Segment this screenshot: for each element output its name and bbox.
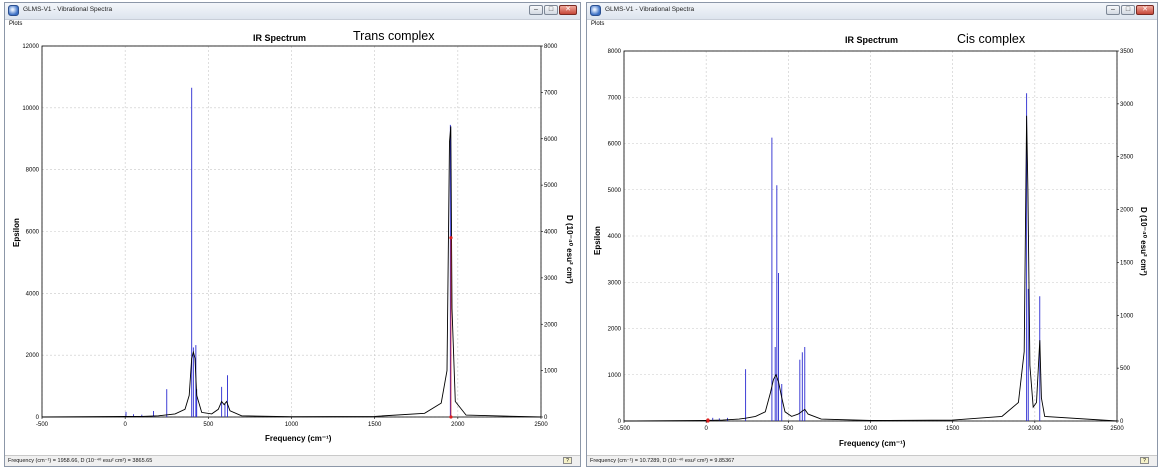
title-bar[interactable]: GLMS-V1 - Vibrational Spectra – □ ✕	[587, 3, 1157, 20]
status-bar: Frequency (cm⁻¹) = 10.7289, D (10⁻⁴⁰ esu…	[587, 455, 1157, 466]
y-axis-label: Epsilon	[593, 226, 602, 255]
y2-tick-label: 1000	[544, 369, 558, 375]
x-tick-label: 500	[203, 422, 214, 428]
close-button[interactable]: ✕	[559, 5, 577, 15]
x-tick-label: 1500	[368, 422, 382, 428]
x-tick-label: 500	[783, 426, 794, 432]
plot-area[interactable]: -500 0 500 1000 1500 2000 2500 0 1000 2000 3000 400…	[587, 29, 1157, 456]
plot-area[interactable]: -500 0 500 1000 1500 2000 2500 0 2000 4000 6000 800…	[5, 29, 580, 456]
menu-bar: Plots	[587, 20, 1157, 29]
status-bar: Frequency (cm⁻¹) = 1958.66, D (10⁻⁴⁰ esu…	[5, 455, 580, 466]
menu-plots[interactable]: Plots	[591, 21, 604, 27]
y-tick-label: 6000	[608, 142, 622, 148]
y-tick-label: 1000	[608, 373, 622, 379]
y2-tick-label: 2500	[1120, 155, 1134, 161]
menu-bar: Plots	[5, 20, 580, 29]
minimize-button[interactable]: –	[1106, 5, 1120, 15]
y-tick-label: 5000	[608, 188, 622, 194]
ir-spectrum-chart[interactable]: -500 0 500 1000 1500 2000 25000100020003000400…	[587, 29, 1157, 456]
minimize-button[interactable]: –	[529, 5, 543, 15]
selected-peak-point	[449, 236, 453, 240]
status-readout: Frequency (cm⁻¹) = 1958.66, D (10⁻⁴⁰ esu…	[8, 458, 153, 464]
y2-tick-label: 0	[1120, 419, 1124, 425]
spectra-window-cis: GLMS-V1 - Vibrational Spectra – □ ✕ Plot…	[586, 2, 1158, 467]
y-axis-label: Epsilon	[12, 218, 21, 247]
help-button[interactable]: ?	[563, 457, 572, 464]
x-tick-label: 2500	[1110, 426, 1124, 432]
x-tick-label: -500	[618, 426, 631, 432]
y2-tick-label: 0	[544, 415, 548, 421]
y2-axis-label: D (10⁻⁴⁰ esu² cm²)	[1139, 207, 1148, 276]
maximize-button[interactable]: □	[1121, 5, 1135, 15]
window-title: GLMS-V1 - Vibrational Spectra	[605, 6, 695, 13]
y-tick-label: 4000	[608, 234, 622, 240]
y-tick-label: 12000	[22, 44, 39, 50]
y2-tick-label: 500	[1120, 366, 1131, 372]
window-title: GLMS-V1 - Vibrational Spectra	[23, 6, 113, 13]
y2-axis-label: D (10⁻⁴⁰ esu² cm²)	[565, 215, 574, 284]
y-tick-label: 8000	[608, 49, 622, 55]
status-readout: Frequency (cm⁻¹) = 10.7289, D (10⁻⁴⁰ esu…	[590, 458, 735, 464]
x-tick-label: 1000	[285, 422, 299, 428]
y2-tick-label: 5000	[544, 183, 558, 189]
y-tick-label: 8000	[26, 168, 40, 174]
y2-tick-label: 4000	[544, 230, 558, 236]
y2-tick-label: 2000	[544, 322, 558, 328]
y-tick-label: 2000	[26, 353, 40, 359]
y-tick-label: 6000	[26, 230, 40, 236]
y2-tick-label: 1500	[1120, 260, 1134, 266]
spectra-window-trans: GLMS-V1 - Vibrational Spectra – □ ✕ Plot…	[4, 2, 581, 467]
y2-tick-label: 6000	[544, 137, 558, 143]
window-controls: – □ ✕	[529, 5, 577, 15]
y2-tick-label: 3000	[544, 276, 558, 282]
x-tick-label: 2000	[451, 422, 465, 428]
app-icon	[8, 5, 19, 16]
y2-tick-label: 8000	[544, 44, 558, 50]
y-tick-label: 0	[36, 415, 40, 421]
chart-title: IR Spectrum	[253, 33, 307, 43]
x-axis-label: Frequency (cm⁻¹)	[839, 439, 906, 448]
x-tick-label: 1500	[946, 426, 960, 432]
y-tick-label: 7000	[608, 95, 622, 101]
x-axis-label: Frequency (cm⁻¹)	[265, 434, 332, 443]
y2-tick-label: 3000	[1120, 102, 1134, 108]
chart-title: IR Spectrum	[845, 35, 899, 45]
y2-tick-label: 1000	[1120, 313, 1134, 319]
y-tick-label: 4000	[26, 291, 40, 297]
app-icon	[590, 5, 601, 16]
annotation-label: Trans complex	[353, 29, 435, 43]
y2-tick-label: 7000	[544, 90, 558, 96]
x-tick-label: 1000	[864, 426, 878, 432]
y2-tick-label: 2000	[1120, 208, 1134, 214]
y-tick-label: 2000	[608, 327, 622, 333]
menu-plots[interactable]: Plots	[9, 21, 22, 27]
close-button[interactable]: ✕	[1136, 5, 1154, 15]
help-button[interactable]: ?	[1140, 457, 1149, 464]
x-tick-label: 2500	[534, 422, 548, 428]
x-tick-label: 0	[704, 426, 708, 432]
y2-tick-label: 3500	[1120, 49, 1134, 55]
selected-peak-base	[449, 415, 453, 419]
x-tick-label: 2000	[1028, 426, 1042, 432]
y-tick-label: 0	[618, 419, 622, 425]
x-tick-label: -500	[36, 422, 49, 428]
annotation-label: Cis complex	[957, 32, 1026, 46]
ir-spectrum-chart[interactable]: -500 0 500 1000 1500 2000 25000200040006000800…	[5, 29, 580, 456]
y-tick-label: 10000	[22, 106, 39, 112]
selected-peak-base	[706, 419, 710, 423]
title-bar[interactable]: GLMS-V1 - Vibrational Spectra – □ ✕	[5, 3, 580, 20]
y-tick-label: 3000	[608, 280, 622, 286]
window-controls: – □ ✕	[1106, 5, 1154, 15]
maximize-button[interactable]: □	[544, 5, 558, 15]
x-tick-label: 0	[123, 422, 127, 428]
